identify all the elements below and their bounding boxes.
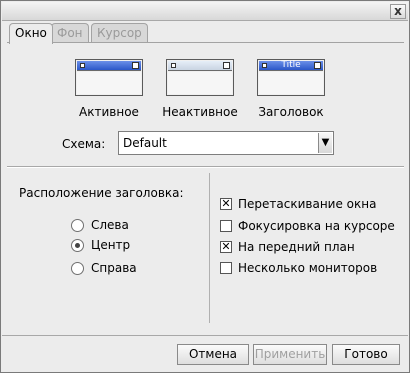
scheme-label: Схема:: [62, 137, 106, 151]
mini-title-bar: [168, 61, 232, 71]
preview-row: Активное Неактивное Title Заголовок: [7, 59, 404, 129]
checkbox-label: На передний план: [238, 240, 355, 254]
dialog-footer: Отмена Применить Готово: [2, 335, 408, 371]
mini-close-icon: [132, 62, 139, 69]
checkbox[interactable]: ✕: [220, 198, 232, 210]
radio-button[interactable]: [71, 219, 84, 232]
section-divider: [7, 166, 404, 168]
close-icon[interactable]: x: [390, 4, 406, 19]
mini-window-body: [168, 72, 232, 94]
mini-title-bar: [77, 61, 141, 71]
scheme-value: Default: [123, 136, 167, 150]
appearance-panel: Активное Неактивное Title Заголовок Схем…: [7, 42, 404, 157]
title-position-label: Расположение заголовка:: [19, 186, 184, 200]
tab-background[interactable]: Фон: [51, 23, 89, 43]
preview-inactive[interactable]: Неактивное: [156, 59, 244, 119]
window-menu-icon: [171, 63, 176, 68]
apply-button[interactable]: Применить: [253, 344, 327, 365]
inactive-window-preview: [166, 59, 234, 96]
mini-title-bar: Title: [259, 60, 323, 71]
preferences-window: x Окно Фон Курсор Активное Неактивное Ti…: [0, 0, 410, 373]
active-window-preview: [75, 59, 143, 96]
checkbox-label: Несколько мониторов: [238, 261, 378, 275]
mini-close-icon: [223, 62, 230, 69]
tab-window[interactable]: Окно: [9, 23, 53, 44]
title-bar[interactable]: x: [2, 2, 408, 21]
checkbox-label: Фокусировка на курсоре: [238, 219, 395, 233]
behavior-options-group: ✕ Перетаскивание окна Фокусировка на кур…: [209, 173, 404, 323]
window-menu-icon: [80, 63, 85, 68]
radio-label: Справа: [91, 261, 137, 275]
checkbox[interactable]: ✕: [220, 241, 232, 253]
radio-button[interactable]: [71, 239, 84, 252]
checkbox[interactable]: [220, 262, 232, 274]
scheme-row: Схема: Default ▼: [7, 131, 404, 155]
cancel-button[interactable]: Отмена: [177, 344, 249, 365]
title-window-preview: Title: [257, 59, 325, 96]
preview-label: Заголовок: [258, 105, 324, 119]
tab-cursor[interactable]: Курсор: [91, 23, 148, 43]
mini-window-body: [77, 72, 141, 94]
radio-label: Центр: [91, 238, 131, 252]
radio-label: Слева: [91, 218, 129, 232]
radio-button[interactable]: [71, 262, 84, 275]
title-position-group: Расположение заголовка: Слева Центр Спра…: [7, 173, 205, 323]
window-menu-icon: [262, 63, 267, 68]
scheme-select[interactable]: Default ▼: [118, 131, 334, 155]
preview-label: Активное: [79, 105, 139, 119]
preview-active[interactable]: Активное: [65, 59, 153, 119]
preview-title[interactable]: Title Заголовок: [247, 59, 335, 119]
chevron-down-icon[interactable]: ▼: [318, 133, 332, 153]
mini-close-icon: [314, 62, 321, 69]
ok-button[interactable]: Готово: [332, 344, 400, 365]
checkbox[interactable]: [220, 220, 232, 232]
mini-window-body: [259, 72, 323, 94]
preview-label: Неактивное: [162, 105, 238, 119]
checkbox-label: Перетаскивание окна: [238, 197, 377, 211]
